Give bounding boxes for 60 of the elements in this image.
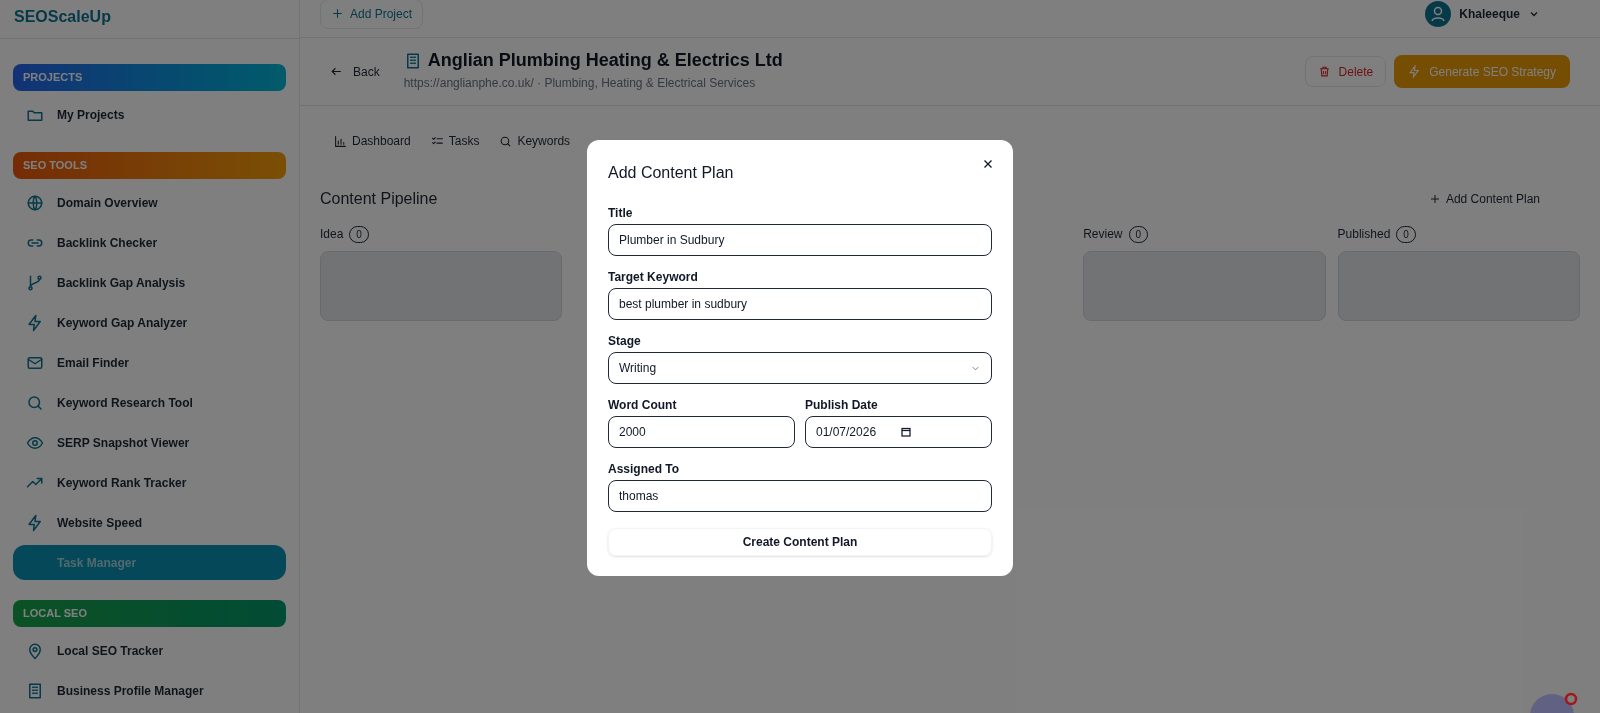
sidebar-item[interactable]: Backlink Gap Analysis (13, 265, 286, 300)
logo[interactable]: SEOScaleUp (14, 8, 111, 25)
sidebar-item[interactable]: SERP Snapshot Viewer (13, 425, 286, 460)
tab[interactable]: Dashboard (334, 132, 411, 152)
close-icon[interactable] (982, 158, 994, 170)
sidebar-item[interactable]: Keyword Rank Tracker (13, 465, 286, 500)
field-label: Stage (608, 333, 642, 350)
trash-icon (1317, 65, 1331, 78)
input-field[interactable]: best plumber in sudbury (608, 288, 992, 320)
column-title: Review (1083, 226, 1123, 243)
user-name[interactable]: Khaleeque (1459, 4, 1520, 23)
field-label: Assigned To (608, 461, 681, 478)
building-icon (26, 681, 44, 700)
create-content-plan-button[interactable]: Create Content Plan (608, 528, 992, 556)
back-button[interactable]: Back (330, 62, 380, 81)
stage-select[interactable]: Writing (608, 352, 992, 384)
sidebar-item[interactable]: Backlink Checker (13, 225, 286, 260)
section-header: SEO TOOLS (13, 152, 286, 179)
column-title: Published (1337, 226, 1391, 243)
add-content-plan-button[interactable]: Add Content Plan (1428, 190, 1540, 208)
project-title: Anglian Plumbing Heating & Electrics Ltd (427, 49, 783, 72)
arrow-left-icon (330, 65, 343, 78)
branch-icon (26, 273, 44, 292)
delete-button[interactable]: Delete (1304, 56, 1387, 87)
section-header: PROJECTS (13, 64, 286, 91)
avatar-icon[interactable] (1425, 0, 1452, 27)
globe-icon (26, 193, 44, 212)
input-field[interactable]: 2000 (608, 416, 795, 448)
lightning-icon (26, 313, 44, 332)
tab[interactable]: Keywords (499, 132, 571, 152)
tab[interactable]: Tasks (430, 132, 480, 152)
field-label: Target Keyword (608, 269, 699, 286)
sidebar-item[interactable]: Business Profile Manager (13, 673, 286, 708)
input-field[interactable]: Plumber in Sudbury (608, 224, 992, 256)
plus-icon (1428, 193, 1441, 205)
sidebar-item[interactable]: Domain Overview (13, 185, 286, 220)
field-label: Title (608, 205, 634, 222)
sidebar-item[interactable]: My Projects (13, 97, 286, 132)
lightning-icon (26, 513, 44, 532)
sidebar-item[interactable]: Local SEO Tracker (13, 633, 286, 668)
sidebar-item[interactable]: Website Speed (13, 505, 286, 540)
lightning-icon (1408, 65, 1422, 78)
map-pin-icon (26, 641, 44, 660)
search-icon (499, 134, 513, 148)
sidebar-item[interactable]: Keyword Gap Analyzer (13, 305, 286, 340)
sidebar-item[interactable]: Email Finder (13, 345, 286, 380)
chart-icon (334, 134, 347, 148)
input-field[interactable]: thomas (608, 480, 992, 512)
dialog-title: Add Content Plan (608, 163, 734, 183)
plus-icon (331, 7, 344, 20)
search-icon (26, 393, 44, 412)
sidebar-item[interactable]: Keyword Research Tool (13, 385, 286, 420)
section-title: Content Pipeline (320, 189, 438, 209)
section-header: LOCAL SEO (13, 600, 286, 627)
field-label: Word Count (608, 397, 678, 414)
field-label: Publish Date (805, 397, 879, 414)
project-url: https://anglianphe.co.uk/ · Plumbing, Heating & Electrical Services (403, 75, 757, 92)
date-field[interactable]: 01/07/2026 (805, 416, 992, 448)
calendar-icon[interactable] (900, 426, 913, 438)
column-title: Idea (320, 226, 344, 243)
